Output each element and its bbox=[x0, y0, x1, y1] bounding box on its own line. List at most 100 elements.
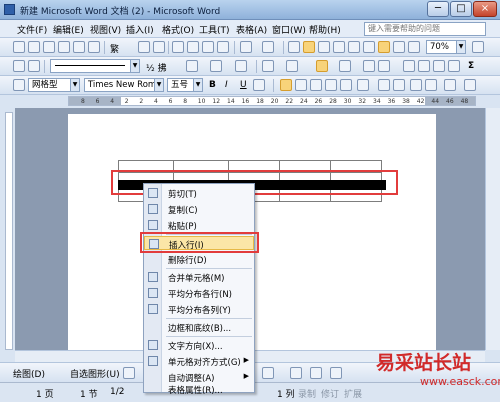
align-right-icon[interactable] bbox=[310, 79, 322, 91]
style-select[interactable]: 网格型 ▼ bbox=[28, 78, 80, 92]
format-painter-icon[interactable] bbox=[217, 41, 229, 53]
line-color-icon[interactable] bbox=[310, 367, 322, 379]
fill-color-icon[interactable] bbox=[290, 367, 302, 379]
table-autoformat-icon[interactable] bbox=[403, 60, 415, 72]
vertical-scrollbar[interactable] bbox=[485, 108, 500, 350]
align-icon[interactable] bbox=[339, 60, 351, 72]
menu-item-distribute-columns[interactable]: 平均分布各列(Y) bbox=[144, 302, 254, 316]
menu-view[interactable]: 视图(V) bbox=[90, 23, 121, 36]
autosum-button[interactable]: Σ bbox=[468, 61, 474, 71]
research-icon[interactable] bbox=[138, 41, 150, 53]
mail-icon[interactable] bbox=[73, 41, 85, 53]
redo-icon[interactable] bbox=[262, 41, 274, 53]
font-size-select[interactable]: 五号 ▼ bbox=[167, 78, 203, 92]
sort-ascending-icon[interactable] bbox=[433, 60, 445, 72]
italic-button[interactable]: I bbox=[225, 80, 228, 90]
menu-item-merge-cells[interactable]: 合并单元格(M) bbox=[144, 270, 254, 284]
font-select[interactable]: Times New Roma ▼ bbox=[84, 78, 164, 92]
vertical-ruler[interactable] bbox=[5, 112, 13, 350]
decrease-indent-icon[interactable] bbox=[410, 79, 422, 91]
menu-help[interactable]: 帮助(H) bbox=[309, 23, 341, 36]
status-record[interactable]: 录制 bbox=[298, 387, 316, 400]
highlight-icon[interactable] bbox=[444, 79, 456, 91]
columns-icon[interactable] bbox=[348, 41, 360, 53]
undo-icon[interactable] bbox=[240, 41, 252, 53]
minimize-button[interactable]: ─ bbox=[427, 1, 449, 17]
increase-indent-icon[interactable] bbox=[425, 79, 437, 91]
split-cells-icon[interactable] bbox=[316, 60, 328, 72]
cut-icon[interactable] bbox=[172, 41, 184, 53]
help-search-input[interactable]: 键入需要帮助的问题 bbox=[364, 22, 486, 36]
borders-icon[interactable] bbox=[210, 60, 222, 72]
save-icon[interactable] bbox=[43, 41, 55, 53]
insert-table-menu-icon[interactable] bbox=[262, 60, 274, 72]
menu-item-paste[interactable]: 粘贴(P) bbox=[144, 218, 254, 232]
line-icon[interactable] bbox=[123, 367, 135, 379]
status-track[interactable]: 修订 bbox=[321, 387, 339, 400]
menu-item-table-properties[interactable]: 表格属性(R)... bbox=[144, 384, 254, 394]
new-icon[interactable] bbox=[13, 41, 25, 53]
line-style-select[interactable]: ▼ bbox=[50, 59, 140, 73]
menu-item-delete-row[interactable]: 删除行(D) bbox=[144, 252, 254, 266]
zoom-select[interactable]: 70% ▼ bbox=[426, 40, 466, 54]
textbox-icon[interactable] bbox=[262, 367, 274, 379]
menu-item-cell-alignment[interactable]: 单元格对齐方式(G) ▶ bbox=[144, 354, 254, 368]
tables-borders-icon[interactable] bbox=[303, 41, 315, 53]
distribute-columns-icon[interactable] bbox=[378, 60, 390, 72]
permission-icon[interactable] bbox=[58, 41, 70, 53]
menu-item-cut[interactable]: 剪切(T) bbox=[144, 186, 254, 200]
menu-table[interactable]: 表格(A) bbox=[236, 23, 267, 36]
distributed-icon[interactable] bbox=[340, 79, 352, 91]
bullets-icon[interactable] bbox=[393, 79, 405, 91]
menu-item-text-direction[interactable]: 文字方向(X)... bbox=[144, 338, 254, 352]
numbering-icon[interactable] bbox=[378, 79, 390, 91]
sort-descending-icon[interactable] bbox=[448, 60, 460, 72]
justify-icon[interactable] bbox=[325, 79, 337, 91]
menu-tools[interactable]: 工具(T) bbox=[199, 23, 230, 36]
menu-item-distribute-rows[interactable]: 平均分布各行(N) bbox=[144, 286, 254, 300]
insert-excel-icon[interactable] bbox=[333, 41, 345, 53]
status-extend[interactable]: 扩展 bbox=[344, 387, 362, 400]
spelling-icon[interactable] bbox=[153, 41, 165, 53]
draw-table-icon[interactable] bbox=[13, 60, 25, 72]
eraser-icon[interactable] bbox=[28, 60, 40, 72]
align-center-icon[interactable] bbox=[295, 79, 307, 91]
menu-window[interactable]: 窗口(W) bbox=[272, 23, 306, 36]
paste-icon[interactable] bbox=[202, 41, 214, 53]
document-map-icon[interactable] bbox=[378, 41, 390, 53]
close-button[interactable]: × bbox=[473, 1, 497, 17]
menu-format[interactable]: 格式(O) bbox=[162, 23, 194, 36]
font-color-icon[interactable] bbox=[253, 79, 265, 91]
menu-item-autofit[interactable]: 自动调整(A) ▶ bbox=[144, 370, 254, 384]
line-spacing-icon[interactable] bbox=[357, 79, 369, 91]
styles-pane-icon[interactable] bbox=[13, 79, 25, 91]
menu-file[interactable]: 文件(F) bbox=[17, 23, 47, 36]
print-icon[interactable] bbox=[88, 41, 100, 53]
draw-menu[interactable]: 绘图(D) bbox=[13, 367, 45, 380]
read-icon[interactable] bbox=[408, 41, 420, 53]
distribute-rows-icon[interactable] bbox=[363, 60, 375, 72]
show-hide-icon[interactable] bbox=[393, 41, 405, 53]
text-direction-icon[interactable] bbox=[418, 60, 430, 72]
align-left-icon[interactable] bbox=[280, 79, 292, 91]
menu-edit[interactable]: 编辑(E) bbox=[53, 23, 84, 36]
menu-item-copy[interactable]: 复制(C) bbox=[144, 202, 254, 216]
maximize-button[interactable]: □ bbox=[450, 1, 472, 17]
open-icon[interactable] bbox=[28, 41, 40, 53]
font-color-icon[interactable] bbox=[330, 367, 342, 379]
traditional-chinese-button[interactable]: 繁 bbox=[110, 42, 119, 55]
bold-button[interactable]: B bbox=[209, 80, 216, 90]
menu-insert[interactable]: 插入(I) bbox=[126, 23, 154, 36]
border-color-icon[interactable] bbox=[186, 60, 198, 72]
text-color-icon[interactable] bbox=[464, 79, 476, 91]
menu-item-borders-shading[interactable]: 边框和底纹(B)... bbox=[144, 320, 254, 334]
shading-color-icon[interactable] bbox=[235, 60, 247, 72]
insert-table-icon[interactable] bbox=[318, 41, 330, 53]
help-icon[interactable] bbox=[472, 41, 484, 53]
line-weight-select[interactable]: ½ 拂 bbox=[146, 61, 167, 74]
merge-cells-icon[interactable] bbox=[286, 60, 298, 72]
hyperlink-icon[interactable] bbox=[288, 41, 300, 53]
drawing-icon[interactable] bbox=[363, 41, 375, 53]
copy-icon[interactable] bbox=[187, 41, 199, 53]
horizontal-ruler[interactable]: 8 6 4 2 2 4 6 8 10 12 14 16 18 20 22 24 26 28 30 32 34 36 38 42… bbox=[68, 96, 476, 106]
